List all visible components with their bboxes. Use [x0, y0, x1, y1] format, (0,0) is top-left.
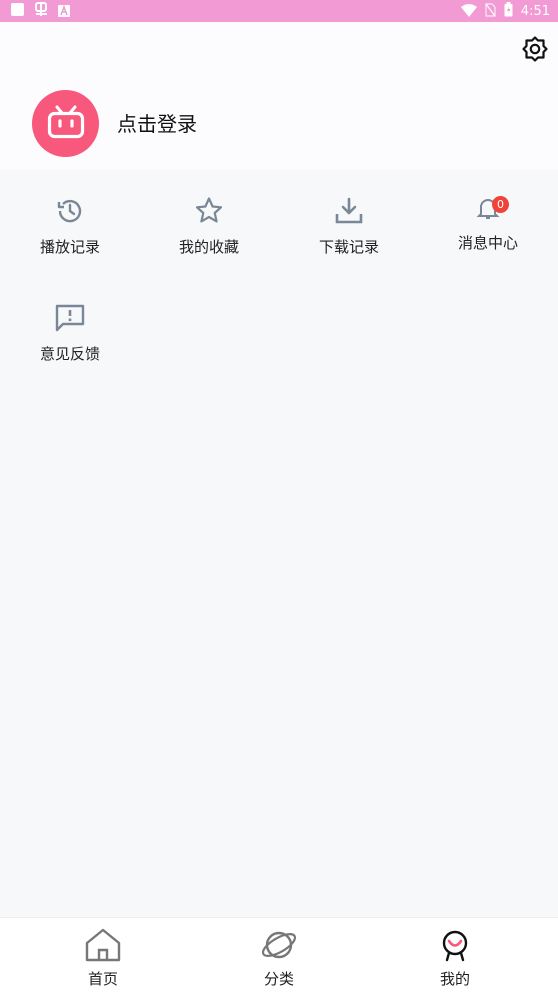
- feedback-icon: [10, 303, 130, 337]
- profile-icon: [438, 930, 472, 966]
- menu-label: 意见反馈: [39, 345, 100, 363]
- settings-button[interactable]: [521, 35, 549, 63]
- avatar[interactable]: [32, 90, 99, 157]
- menu-item-downloads[interactable]: 下载记录: [289, 196, 409, 257]
- nav-label: 我的: [439, 970, 470, 988]
- battery-icon: [504, 1, 513, 21]
- home-icon: [84, 928, 122, 966]
- nav-item-home[interactable]: 首页: [48, 928, 158, 989]
- bug-icon: [33, 1, 50, 21]
- menu-item-feedback[interactable]: 意见反馈: [10, 303, 130, 364]
- login-link[interactable]: 点击登录: [117, 108, 197, 137]
- bilibili-tv-icon: [47, 105, 85, 143]
- unread-badge: 0: [492, 196, 509, 213]
- menu-label: 下载记录: [318, 238, 379, 256]
- menu-label: 播放记录: [39, 238, 100, 256]
- nav-item-category[interactable]: 分类: [224, 928, 334, 989]
- status-bar: 4:51: [0, 0, 558, 22]
- profile-header: 点击登录: [0, 22, 558, 170]
- bell-icon: [428, 196, 548, 226]
- history-icon: [10, 196, 130, 230]
- menu-item-history[interactable]: 播放记录: [10, 196, 130, 257]
- star-icon: [149, 196, 269, 230]
- gear-icon: [521, 36, 549, 67]
- wifi-icon: [460, 2, 477, 21]
- app-square-icon: [10, 2, 25, 21]
- nav-label: 分类: [263, 970, 294, 988]
- a-notification-icon: [58, 2, 70, 21]
- download-icon: [289, 196, 409, 230]
- nav-item-mine[interactable]: 我的: [400, 928, 510, 989]
- menu-label: 我的收藏: [178, 238, 239, 256]
- status-time: 4:51: [520, 3, 550, 19]
- bottom-nav: 首页 分类 我的: [0, 917, 558, 993]
- menu-item-messages[interactable]: 0 消息中心: [428, 196, 548, 253]
- nav-label: 首页: [87, 970, 118, 988]
- menu-item-favorites[interactable]: 我的收藏: [149, 196, 269, 257]
- planet-icon: [260, 931, 298, 966]
- menu-label: 消息中心: [457, 234, 518, 252]
- no-sim-icon: [485, 2, 496, 21]
